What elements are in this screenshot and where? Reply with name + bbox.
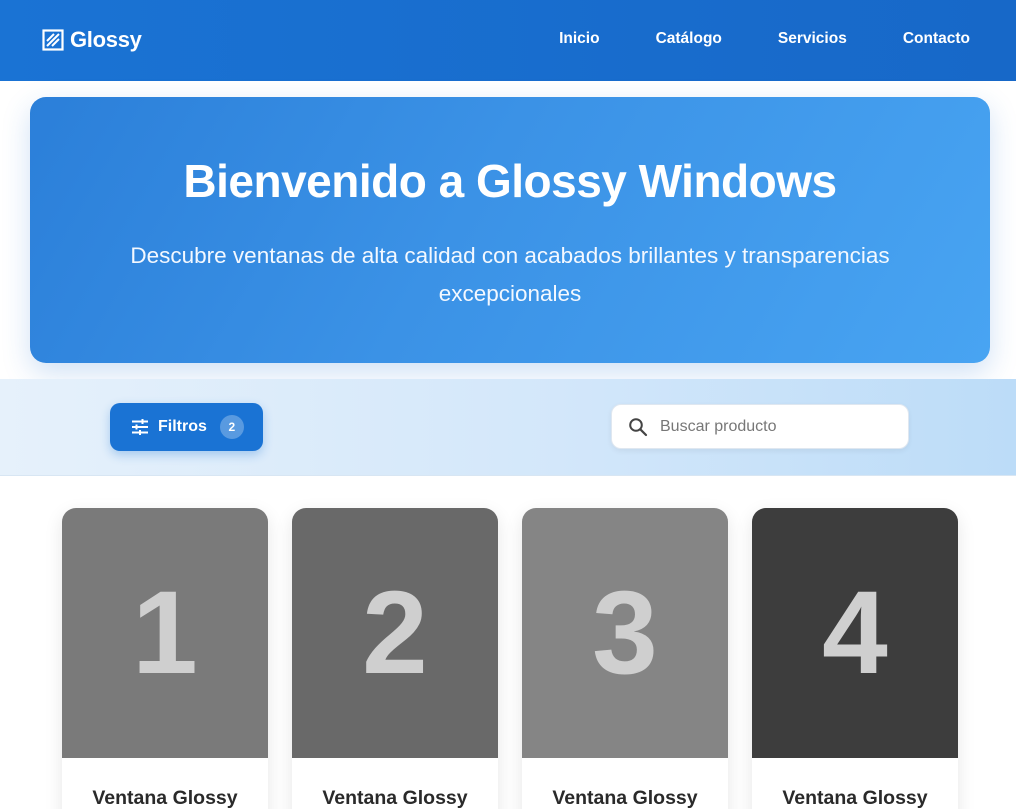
hero-banner: Bienvenido a Glossy Windows Descubre ven… [30, 97, 990, 363]
search-icon [629, 418, 648, 437]
nav-link-contacto[interactable]: Contacto [903, 30, 970, 48]
product-title: Ventana Glossy [552, 787, 698, 809]
product-image: 4 [752, 508, 958, 758]
hero-title: Bienvenido a Glossy Windows [183, 155, 837, 207]
search-input[interactable] [660, 405, 900, 448]
product-title: Ventana Glossy [92, 787, 238, 809]
filters-label: Filtros [158, 418, 207, 435]
product-image: 3 [522, 508, 728, 758]
product-title: Ventana Glossy [782, 787, 928, 809]
product-card[interactable]: 4 Ventana Glossy [752, 508, 958, 809]
filter-bar: Filtros 2 [0, 379, 1016, 476]
nav-link-servicios[interactable]: Servicios [778, 30, 847, 48]
product-number: 1 [132, 567, 198, 699]
product-number: 2 [362, 567, 428, 699]
tune-icon [132, 419, 148, 435]
filters-count-badge: 2 [219, 415, 244, 439]
hero-subtitle: Descubre ventanas de alta calidad con ac… [130, 243, 890, 306]
product-card[interactable]: 1 Ventana Glossy [62, 508, 268, 809]
filters-button[interactable]: Filtros 2 [110, 403, 263, 451]
nav-link-inicio[interactable]: Inicio [559, 30, 599, 48]
product-number: 4 [822, 567, 888, 699]
brand-logo[interactable]: Glossy [42, 27, 142, 53]
brand-name: Glossy [70, 27, 142, 52]
window-pane-icon [42, 29, 64, 51]
search-box [611, 404, 909, 449]
nav-link-catalogo[interactable]: Catálogo [656, 30, 722, 48]
product-image: 2 [292, 508, 498, 758]
main-nav: Inicio Catálogo Servicios Contacto [559, 30, 970, 48]
product-image: 1 [62, 508, 268, 758]
product-title: Ventana Glossy [322, 787, 468, 809]
top-navbar: Glossy Inicio Catálogo Servicios Contact… [0, 0, 1016, 81]
product-card[interactable]: 3 Ventana Glossy [522, 508, 728, 809]
product-number: 3 [592, 567, 658, 699]
product-card[interactable]: 2 Ventana Glossy [292, 508, 498, 809]
